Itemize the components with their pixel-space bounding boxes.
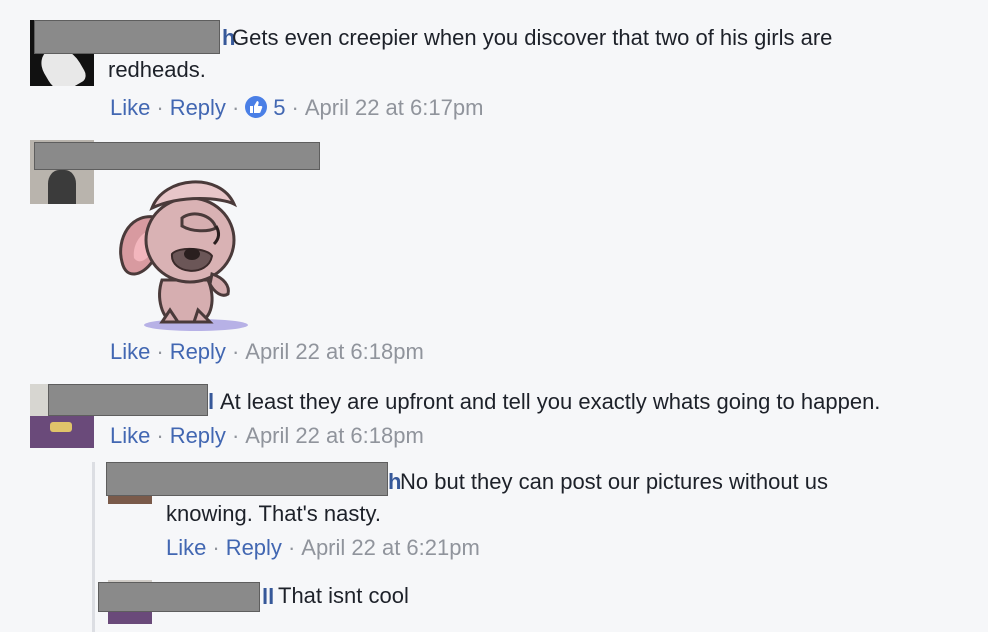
reply-text: No but they can post our pictures withou…: [166, 469, 829, 526]
like-link[interactable]: Like: [110, 339, 150, 364]
like-link[interactable]: Like: [110, 95, 150, 120]
like-link[interactable]: Like: [166, 535, 206, 560]
reply-link[interactable]: Reply: [170, 95, 226, 120]
author-name-fragment[interactable]: l: [208, 386, 214, 418]
like-link[interactable]: Like: [110, 423, 150, 448]
reply-thread-line: [92, 462, 95, 632]
comment-text: At least they are upfront and tell you e…: [220, 389, 881, 414]
comment-actions: Like · Reply · April 22 at 6:18pm: [110, 423, 424, 448]
timestamp[interactable]: April 22 at 6:21pm: [301, 535, 480, 560]
previous-comment-fragment: [108, 0, 528, 4]
reaction-count[interactable]: 5: [273, 95, 285, 120]
comment-text: Gets even creepier when you discover tha…: [108, 25, 833, 82]
comment-actions: Like · Reply · April 22 at 6:18pm: [110, 339, 424, 364]
redacted-author-name: [34, 142, 320, 170]
reply-link[interactable]: Reply: [170, 339, 226, 364]
facepalm-puppy-sticker: [119, 180, 248, 331]
redacted-author-name: [48, 384, 208, 416]
redacted-author-name: [98, 582, 260, 612]
reply-actions: Like · Reply · April 22 at 6:21pm: [166, 535, 480, 560]
author-name-fragment[interactable]: ll: [262, 582, 274, 612]
like-reaction-icon[interactable]: [245, 96, 268, 118]
reply-text: That isnt cool: [278, 583, 409, 608]
reply-link[interactable]: Reply: [226, 535, 282, 560]
comment-actions: Like · Reply · 5 · April 22 at 6:17pm: [110, 95, 484, 120]
timestamp[interactable]: April 22 at 6:18pm: [245, 423, 424, 448]
reply-link[interactable]: Reply: [170, 423, 226, 448]
timestamp[interactable]: April 22 at 6:18pm: [245, 339, 424, 364]
timestamp[interactable]: April 22 at 6:17pm: [305, 95, 484, 120]
